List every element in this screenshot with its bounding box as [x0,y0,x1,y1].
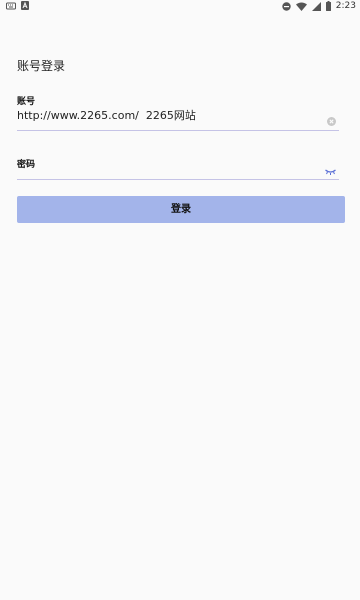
account-field [17,106,339,131]
account-input[interactable] [17,108,317,121]
signal-icon [311,1,321,11]
password-input[interactable] [17,163,317,175]
page-title: 账号登录 [17,59,66,73]
status-bar: 2:23 [0,0,360,12]
status-bar-right: 2:23 [282,0,356,12]
status-time: 2:23 [335,1,356,11]
password-field [17,163,339,180]
keyboard-icon [6,2,16,10]
wifi-icon [295,2,307,11]
clear-icon[interactable] [327,111,336,126]
eye-closed-icon[interactable] [325,161,336,175]
a-notification-icon [21,1,29,10]
login-button[interactable]: 登录 [17,196,345,223]
do-not-disturb-icon [282,1,291,11]
status-bar-left [6,1,29,10]
battery-icon [325,1,331,11]
